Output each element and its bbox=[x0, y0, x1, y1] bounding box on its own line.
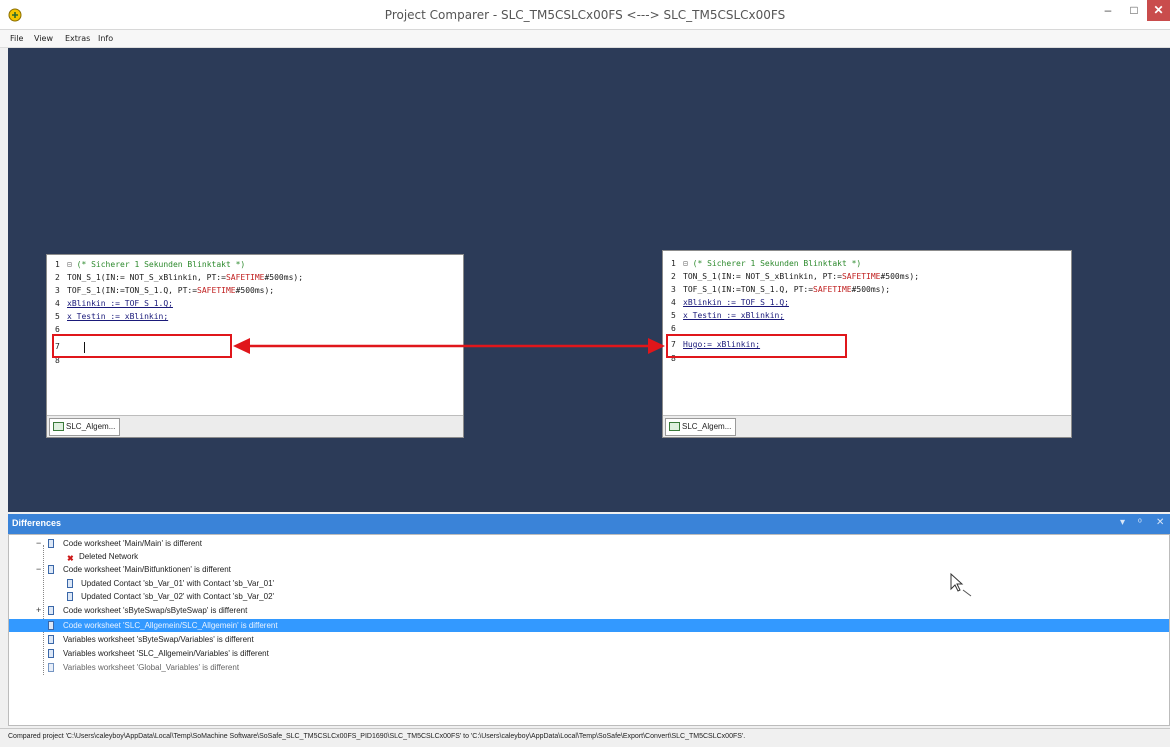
pin-icon[interactable]: ᵒ bbox=[1138, 517, 1142, 528]
worksheet-icon bbox=[53, 422, 64, 432]
collapse-toggle-icon[interactable]: − bbox=[36, 537, 41, 550]
differences-panel-header: Differences ▾ ᵒ ✕ bbox=[8, 514, 1170, 534]
code-line: 3 TOF_S_1(IN:=TON_S_1.Q, PT:=SAFETIME#500… bbox=[671, 285, 891, 294]
code-line: 2 TON_S_1(IN:= NOT_S_xBlinkin, PT:=SAFETI… bbox=[55, 273, 304, 282]
left-tab-strip: SLC_Algem... bbox=[47, 415, 463, 437]
worksheet-diff-icon bbox=[48, 606, 54, 615]
left-worksheet-tab[interactable]: SLC_Algem... bbox=[49, 418, 121, 436]
updated-contact-icon bbox=[67, 579, 73, 588]
status-bar: Compared project 'C:\Users\caleyboy\AppD… bbox=[0, 728, 1170, 747]
right-worksheet-tab[interactable]: SLC_Algem... bbox=[665, 418, 737, 436]
code-line: 1 ⊟ (* Sicherer 1 Sekunden Blinktakt *) bbox=[55, 260, 246, 269]
fold-icon[interactable]: ⊟ bbox=[683, 259, 688, 268]
code-line: 4 xBlinkin := TOF_S_1.Q; bbox=[55, 299, 173, 308]
code-line: 2 TON_S_1(IN:= NOT_S_xBlinkin, PT:=SAFETI… bbox=[671, 272, 920, 281]
worksheet-diff-icon bbox=[48, 539, 54, 548]
tree-item[interactable]: Updated Contact 'sb_Var_01' with Contact… bbox=[9, 577, 1169, 590]
tree-item[interactable]: Variables worksheet 'sByteSwap/Variables… bbox=[9, 633, 1169, 646]
worksheet-diff-icon bbox=[48, 621, 54, 630]
variables-diff-icon bbox=[48, 635, 54, 644]
collapse-toggle-icon[interactable]: − bbox=[36, 563, 41, 576]
close-icon: ✕ bbox=[1153, 3, 1164, 17]
code-line: 4 xBlinkin := TOF_S_1.Q; bbox=[671, 298, 789, 307]
differences-tree: − Code worksheet 'Main/Main' is differen… bbox=[8, 534, 1170, 726]
code-line: 3 TOF_S_1(IN:=TON_S_1.Q, PT:=SAFETIME#500… bbox=[55, 286, 275, 295]
tree-item[interactable]: − Code worksheet 'Main/Bitfunktionen' is… bbox=[9, 563, 1169, 576]
tree-item[interactable]: Variables worksheet 'Global_Variables' i… bbox=[9, 661, 1169, 674]
right-tab-strip: SLC_Algem... bbox=[663, 415, 1071, 437]
tree-item[interactable]: + Code worksheet 'sByteSwap/sByteSwap' i… bbox=[9, 604, 1169, 617]
tree-item-selected[interactable]: Code worksheet 'SLC_Allgemein/SLC_Allgem… bbox=[9, 619, 1169, 632]
tree-item[interactable]: ✖ Deleted Network bbox=[9, 550, 1169, 563]
tree-item[interactable]: − Code worksheet 'Main/Main' is differen… bbox=[9, 537, 1169, 550]
title-bar: Project Comparer - SLC_TM5CSLCx00FS <---… bbox=[0, 0, 1170, 30]
left-difference-highlight bbox=[52, 334, 232, 358]
code-line: 5 x_Testin := xBlinkin; bbox=[671, 311, 785, 320]
window-title: Project Comparer - SLC_TM5CSLCx00FS <---… bbox=[384, 8, 786, 22]
minimize-icon: – bbox=[1104, 3, 1112, 17]
variables-diff-icon bbox=[48, 649, 54, 658]
maximize-icon: □ bbox=[1130, 3, 1138, 17]
code-line: 1 ⊟ (* Sicherer 1 Sekunden Blinktakt *) bbox=[671, 259, 862, 268]
worksheet-diff-icon bbox=[48, 565, 54, 574]
status-text: Compared project 'C:\Users\caleyboy\AppD… bbox=[8, 733, 746, 740]
right-difference-highlight bbox=[666, 334, 847, 358]
code-line: 5 x_Testin := xBlinkin; bbox=[55, 312, 169, 321]
worksheet-icon bbox=[669, 422, 680, 432]
differences-title: Differences bbox=[12, 518, 62, 528]
menu-file[interactable]: File bbox=[10, 34, 23, 43]
fold-icon[interactable]: ⊟ bbox=[67, 260, 72, 269]
mouse-cursor-icon bbox=[950, 572, 972, 597]
tree-item[interactable]: Updated Contact 'sb_Var_02' with Contact… bbox=[9, 590, 1169, 603]
panel-close-icon[interactable]: ✕ bbox=[1156, 517, 1164, 528]
close-button[interactable]: ✕ bbox=[1147, 0, 1170, 21]
expand-toggle-icon[interactable]: + bbox=[36, 604, 41, 617]
menu-extras[interactable]: Extras bbox=[65, 34, 90, 43]
menu-info[interactable]: Info bbox=[98, 34, 113, 43]
menu-view[interactable]: View bbox=[34, 34, 53, 43]
maximize-button[interactable]: □ bbox=[1121, 0, 1147, 21]
project-comparer-window: Project Comparer - SLC_TM5CSLCx00FS <---… bbox=[0, 0, 1170, 747]
updated-contact-icon bbox=[67, 592, 73, 601]
variables-diff-icon bbox=[48, 663, 54, 672]
right-code-editor[interactable]: 1 ⊟ (* Sicherer 1 Sekunden Blinktakt *) 2… bbox=[663, 251, 1071, 415]
panel-menu-icon[interactable]: ▾ bbox=[1120, 517, 1125, 528]
tree-item[interactable]: Variables worksheet 'SLC_Allgemein/Varia… bbox=[9, 647, 1169, 660]
minimize-button[interactable]: – bbox=[1095, 0, 1121, 21]
menu-bar: File View Extras Info bbox=[0, 30, 1170, 48]
